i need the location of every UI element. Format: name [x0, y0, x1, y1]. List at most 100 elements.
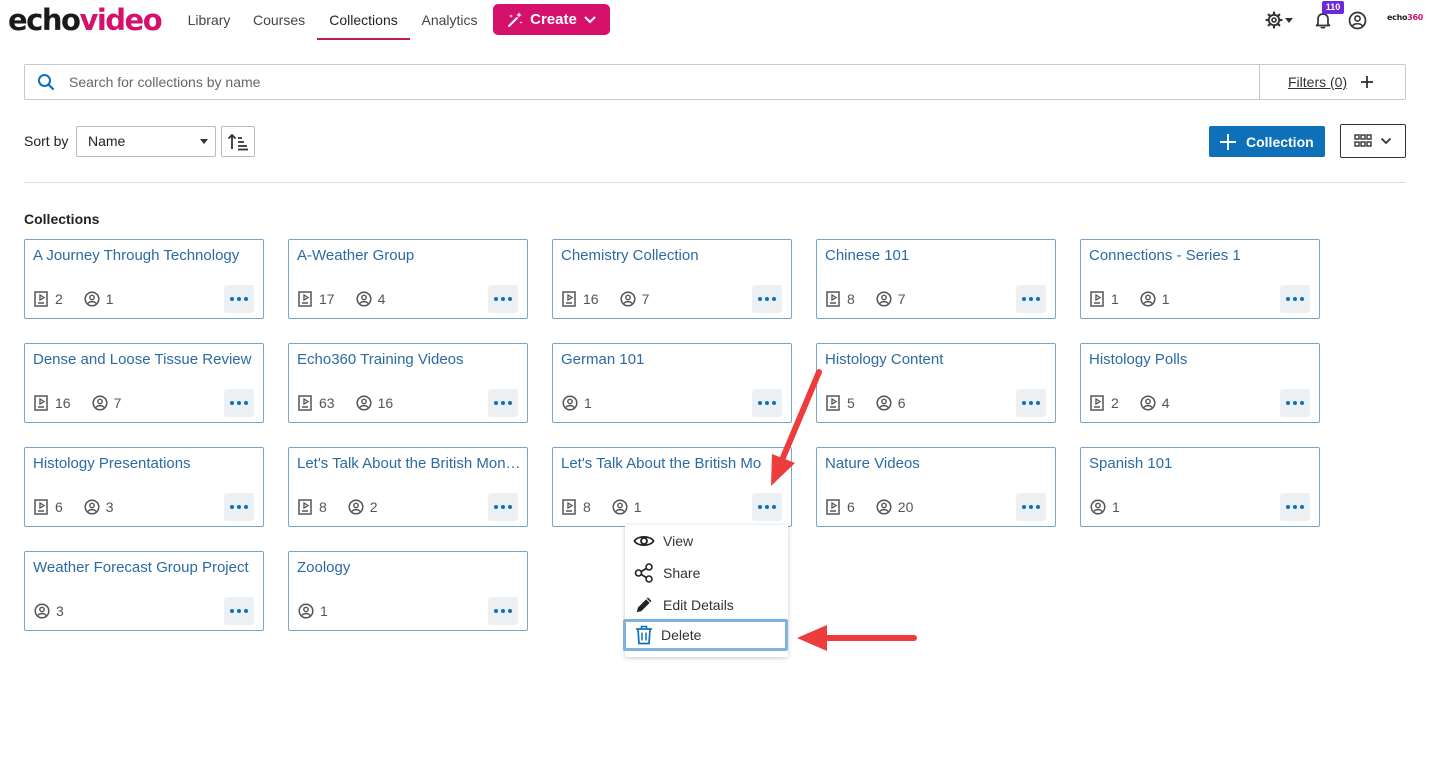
- more-options-button[interactable]: [752, 493, 782, 521]
- collection-title[interactable]: Nature Videos: [825, 455, 1049, 472]
- view-mode-toggle[interactable]: [1340, 124, 1406, 158]
- collection-title[interactable]: Zoology: [297, 559, 521, 576]
- media-count: 16: [562, 291, 599, 307]
- collection-title[interactable]: Weather Forecast Group Project: [33, 559, 257, 576]
- more-options-button[interactable]: [1280, 285, 1310, 313]
- media-count-value: 6: [847, 499, 855, 515]
- caret-down-icon: [1285, 18, 1293, 23]
- collection-title[interactable]: A-Weather Group: [297, 247, 521, 264]
- more-options-button[interactable]: [1016, 493, 1046, 521]
- user-icon: [92, 395, 108, 411]
- collection-title[interactable]: Echo360 Training Videos: [297, 351, 521, 368]
- add-collection-button[interactable]: Collection: [1209, 126, 1325, 157]
- more-options-button[interactable]: [488, 493, 518, 521]
- sort-order-button[interactable]: [221, 126, 255, 157]
- divider: [24, 182, 1406, 183]
- user-icon: [34, 603, 50, 619]
- search-input[interactable]: [69, 65, 1259, 99]
- media-count: 8: [298, 499, 327, 515]
- menu-item-view[interactable]: View: [625, 525, 788, 557]
- collection-card[interactable]: Histology Content 5 6: [816, 343, 1056, 423]
- nav-analytics[interactable]: Analytics: [421, 0, 478, 40]
- nav-collections[interactable]: Collections: [317, 0, 410, 40]
- collection-title[interactable]: Connections - Series 1: [1089, 247, 1313, 264]
- user-count-value: 7: [641, 291, 650, 307]
- media-icon: [826, 395, 840, 411]
- collection-title[interactable]: Chemistry Collection: [561, 247, 785, 264]
- collection-title[interactable]: Histology Polls: [1089, 351, 1313, 368]
- collection-title[interactable]: Let's Talk About the British Mo: [561, 455, 785, 472]
- collection-card[interactable]: Zoology 1: [288, 551, 528, 631]
- collection-card[interactable]: Weather Forecast Group Project 3: [24, 551, 264, 631]
- create-button[interactable]: Create: [493, 4, 610, 35]
- more-options-button[interactable]: [224, 597, 254, 625]
- media-count: 17: [298, 291, 335, 307]
- media-count: 5: [826, 395, 855, 411]
- add-collection-label: Collection: [1246, 133, 1314, 150]
- user-count-value: 1: [1112, 499, 1120, 515]
- collection-title[interactable]: Histology Content: [825, 351, 1049, 368]
- collection-card[interactable]: A Journey Through Technology 2 1: [24, 239, 264, 319]
- collection-title[interactable]: Let's Talk About the British Monarchy: [297, 455, 521, 472]
- user-count-value: 1: [584, 395, 592, 411]
- nav-library[interactable]: Library: [187, 0, 231, 40]
- collection-card[interactable]: Let's Talk About the British Mo 8 1: [552, 447, 792, 527]
- collection-card[interactable]: Let's Talk About the British Monarchy 8 2: [288, 447, 528, 527]
- more-options-button[interactable]: [488, 389, 518, 417]
- more-options-button[interactable]: [752, 285, 782, 313]
- annotation-arrow-to-delete: [797, 625, 917, 651]
- user-profile-button[interactable]: [1348, 0, 1367, 40]
- nav-courses[interactable]: Courses: [253, 0, 305, 40]
- collection-card[interactable]: Echo360 Training Videos 63 16: [288, 343, 528, 423]
- collection-card[interactable]: Histology Polls 2 4: [1080, 343, 1320, 423]
- collection-stats: 87: [826, 290, 927, 308]
- media-count: 63: [298, 395, 335, 411]
- user-icon: [1090, 499, 1106, 515]
- filters-link[interactable]: Filters (0): [1288, 65, 1347, 99]
- collection-title[interactable]: Dense and Loose Tissue Review: [33, 351, 257, 368]
- collection-card[interactable]: Chinese 101 8 7: [816, 239, 1056, 319]
- collection-card[interactable]: A-Weather Group 17 4: [288, 239, 528, 319]
- collection-card[interactable]: German 101 1: [552, 343, 792, 423]
- ellipsis-icon: [1022, 297, 1040, 301]
- more-options-button[interactable]: [488, 285, 518, 313]
- collection-card[interactable]: Spanish 101 1: [1080, 447, 1320, 527]
- menu-item-delete[interactable]: Delete: [623, 619, 788, 651]
- collection-title[interactable]: German 101: [561, 351, 785, 368]
- collection-title[interactable]: Spanish 101: [1089, 455, 1313, 472]
- collection-title[interactable]: Histology Presentations: [33, 455, 257, 472]
- more-options-button[interactable]: [1016, 285, 1046, 313]
- more-options-button[interactable]: [1280, 493, 1310, 521]
- more-options-button[interactable]: [224, 493, 254, 521]
- user-icon: [84, 291, 100, 307]
- collection-card[interactable]: Connections - Series 111: [1080, 239, 1320, 319]
- user-count-value: 2: [369, 499, 378, 515]
- collection-card[interactable]: Dense and Loose Tissue Review 16 7: [24, 343, 264, 423]
- more-options-button[interactable]: [224, 285, 254, 313]
- sort-select[interactable]: Name: [76, 126, 216, 157]
- collection-title[interactable]: A Journey Through Technology: [33, 247, 257, 264]
- more-options-button[interactable]: [488, 597, 518, 625]
- more-options-button[interactable]: [224, 389, 254, 417]
- media-count: 8: [826, 291, 855, 307]
- sort-ascending-icon: [227, 133, 248, 150]
- user-count-value: 1: [1161, 291, 1170, 307]
- media-icon: [34, 395, 48, 411]
- user-count-value: 3: [105, 499, 114, 515]
- collection-title[interactable]: Chinese 101: [825, 247, 1049, 264]
- collection-card[interactable]: Chemistry Collection 16 7: [552, 239, 792, 319]
- more-options-button[interactable]: [752, 389, 782, 417]
- menu-item-edit-details[interactable]: Edit Details: [625, 589, 788, 621]
- search-icon: [38, 74, 55, 91]
- more-options-button[interactable]: [1016, 389, 1046, 417]
- user-icon: [620, 291, 636, 307]
- echovideo-logo[interactable]: echovideo: [8, 2, 163, 38]
- menu-item-share[interactable]: Share: [625, 557, 788, 589]
- more-options-button[interactable]: [1280, 389, 1310, 417]
- plus-icon[interactable]: [1359, 74, 1375, 90]
- collection-card[interactable]: Histology Presentations 6 3: [24, 447, 264, 527]
- settings-menu[interactable]: [1265, 0, 1294, 40]
- collection-card[interactable]: Nature Videos 6 20: [816, 447, 1056, 527]
- collection-stats: 24: [1090, 394, 1191, 412]
- ellipsis-icon: [758, 505, 776, 509]
